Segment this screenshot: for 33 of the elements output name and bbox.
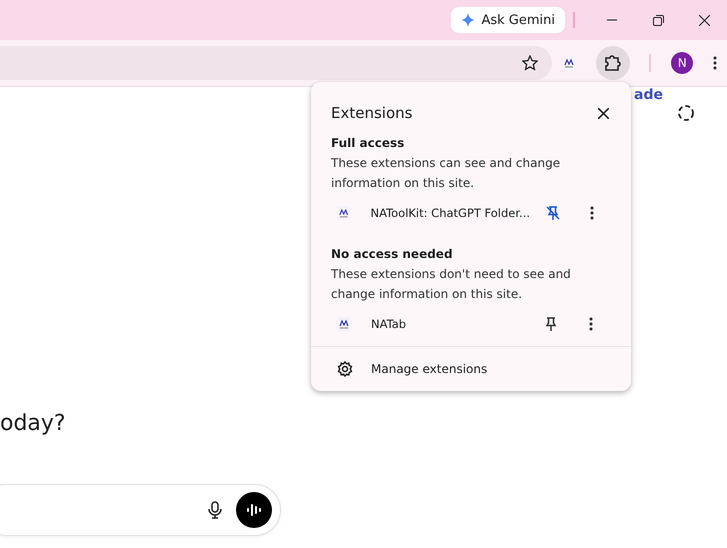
puzzle-icon (604, 54, 622, 72)
extension-logo-icon (562, 56, 576, 70)
pin-icon[interactable] (543, 316, 559, 332)
more-icon[interactable] (713, 56, 718, 70)
extension-name[interactable]: NAToolKit: ChatGPT Folder... (370, 205, 530, 221)
close-icon[interactable] (698, 14, 710, 26)
extension-name[interactable]: NATab (371, 316, 527, 332)
extension-logo-icon (337, 317, 351, 331)
settings-icon (337, 361, 353, 377)
bookmark-star-icon[interactable] (522, 55, 538, 71)
prompt-input[interactable] (0, 484, 281, 536)
ask-gemini-button[interactable]: Ask Gemini (451, 7, 565, 33)
more-icon[interactable] (589, 317, 593, 331)
close-icon[interactable] (598, 108, 609, 118)
upgrade-link[interactable]: ade (634, 87, 663, 103)
section-description: These extensions can see and change information on this site. (331, 155, 562, 192)
popup-title: Extensions (331, 104, 412, 122)
more-icon[interactable] (590, 206, 594, 220)
sparkle-icon (461, 13, 476, 27)
greeting-heading: oday? (0, 411, 66, 436)
manage-extensions-link[interactable]: Manage extensions (371, 362, 488, 376)
section-description: These extensions don't need to see and change information on this site. (331, 266, 572, 303)
profile-avatar[interactable]: N (671, 52, 694, 74)
voice-mode-button[interactable] (236, 492, 272, 528)
waveform-icon (246, 503, 262, 517)
section-heading: No access needed (331, 247, 454, 261)
unpin-icon[interactable] (545, 205, 562, 221)
dashed-circle-icon[interactable] (677, 104, 695, 122)
microphone-icon[interactable] (208, 501, 222, 519)
extensions-button[interactable] (596, 46, 630, 80)
section-heading: Full access (331, 136, 406, 150)
extension-logo-icon (337, 206, 350, 220)
restore-icon[interactable] (652, 14, 664, 26)
